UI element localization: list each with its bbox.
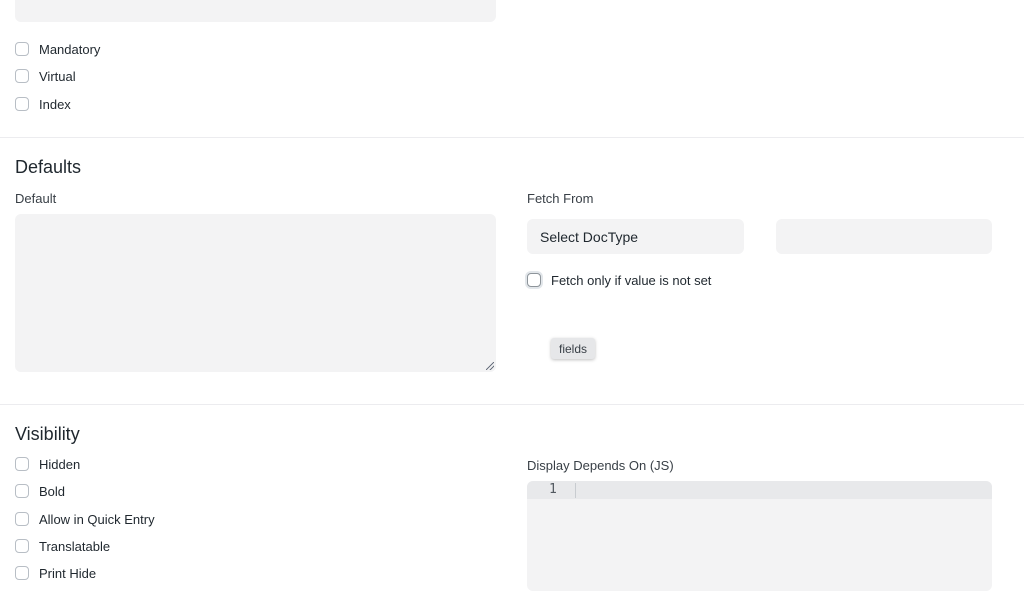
- allow-quick-entry-checkbox[interactable]: [15, 512, 29, 526]
- mandatory-checkbox[interactable]: [15, 42, 29, 56]
- fetch-field-input[interactable]: [776, 219, 992, 254]
- allow-quick-entry-label: Allow in Quick Entry: [39, 511, 155, 527]
- virtual-label: Virtual: [39, 68, 76, 84]
- index-checkbox[interactable]: [15, 97, 29, 111]
- translatable-checkbox[interactable]: [15, 539, 29, 553]
- defaults-section-title: Defaults: [15, 157, 82, 177]
- translatable-checkbox-row[interactable]: Translatable: [15, 538, 110, 554]
- hidden-checkbox-row[interactable]: Hidden: [15, 456, 80, 472]
- virtual-checkbox[interactable]: [15, 69, 29, 83]
- default-textarea[interactable]: [15, 214, 496, 372]
- hidden-checkbox[interactable]: [15, 457, 29, 471]
- fields-tooltip-text: fields: [559, 341, 588, 356]
- mandatory-checkbox-row[interactable]: Mandatory: [15, 41, 100, 57]
- display-depends-code-editor[interactable]: 1: [527, 481, 992, 591]
- bold-label: Bold: [39, 483, 66, 499]
- display-depends-on-label: Display Depends On (JS): [527, 458, 674, 473]
- print-hide-label: Print Hide: [39, 565, 97, 581]
- fetch-only-if-not-set-label: Fetch only if value is not set: [551, 272, 712, 288]
- code-editor-active-line: [527, 481, 992, 499]
- bold-checkbox[interactable]: [15, 484, 29, 498]
- section-divider: [0, 404, 1024, 405]
- print-hide-checkbox-row[interactable]: Print Hide: [15, 565, 96, 581]
- fetch-only-if-not-set-row[interactable]: Fetch only if value is not set: [527, 272, 711, 288]
- fetch-only-if-not-set-checkbox[interactable]: [527, 273, 541, 287]
- code-editor-line-number: 1: [549, 482, 557, 497]
- default-label: Default: [15, 191, 57, 206]
- section-divider: [0, 137, 1024, 138]
- select-doctype-input[interactable]: Select DocType: [527, 219, 744, 254]
- virtual-checkbox-row[interactable]: Virtual: [15, 68, 76, 84]
- hidden-label: Hidden: [39, 456, 81, 472]
- index-label: Index: [39, 96, 71, 112]
- print-hide-checkbox[interactable]: [15, 566, 29, 580]
- resize-handle-icon[interactable]: [486, 362, 494, 370]
- translatable-label: Translatable: [39, 538, 111, 554]
- allow-quick-entry-checkbox-row[interactable]: Allow in Quick Entry: [15, 511, 155, 527]
- code-editor-cursor: [575, 483, 576, 498]
- index-checkbox-row[interactable]: Index: [15, 96, 71, 112]
- top-input-field[interactable]: [15, 0, 496, 22]
- mandatory-label: Mandatory: [39, 41, 101, 57]
- bold-checkbox-row[interactable]: Bold: [15, 483, 65, 499]
- select-doctype-placeholder: Select DocType: [540, 228, 639, 245]
- fetch-from-label: Fetch From: [527, 191, 594, 206]
- visibility-section-title: Visibility: [15, 424, 80, 444]
- fields-tooltip: fields: [551, 338, 596, 359]
